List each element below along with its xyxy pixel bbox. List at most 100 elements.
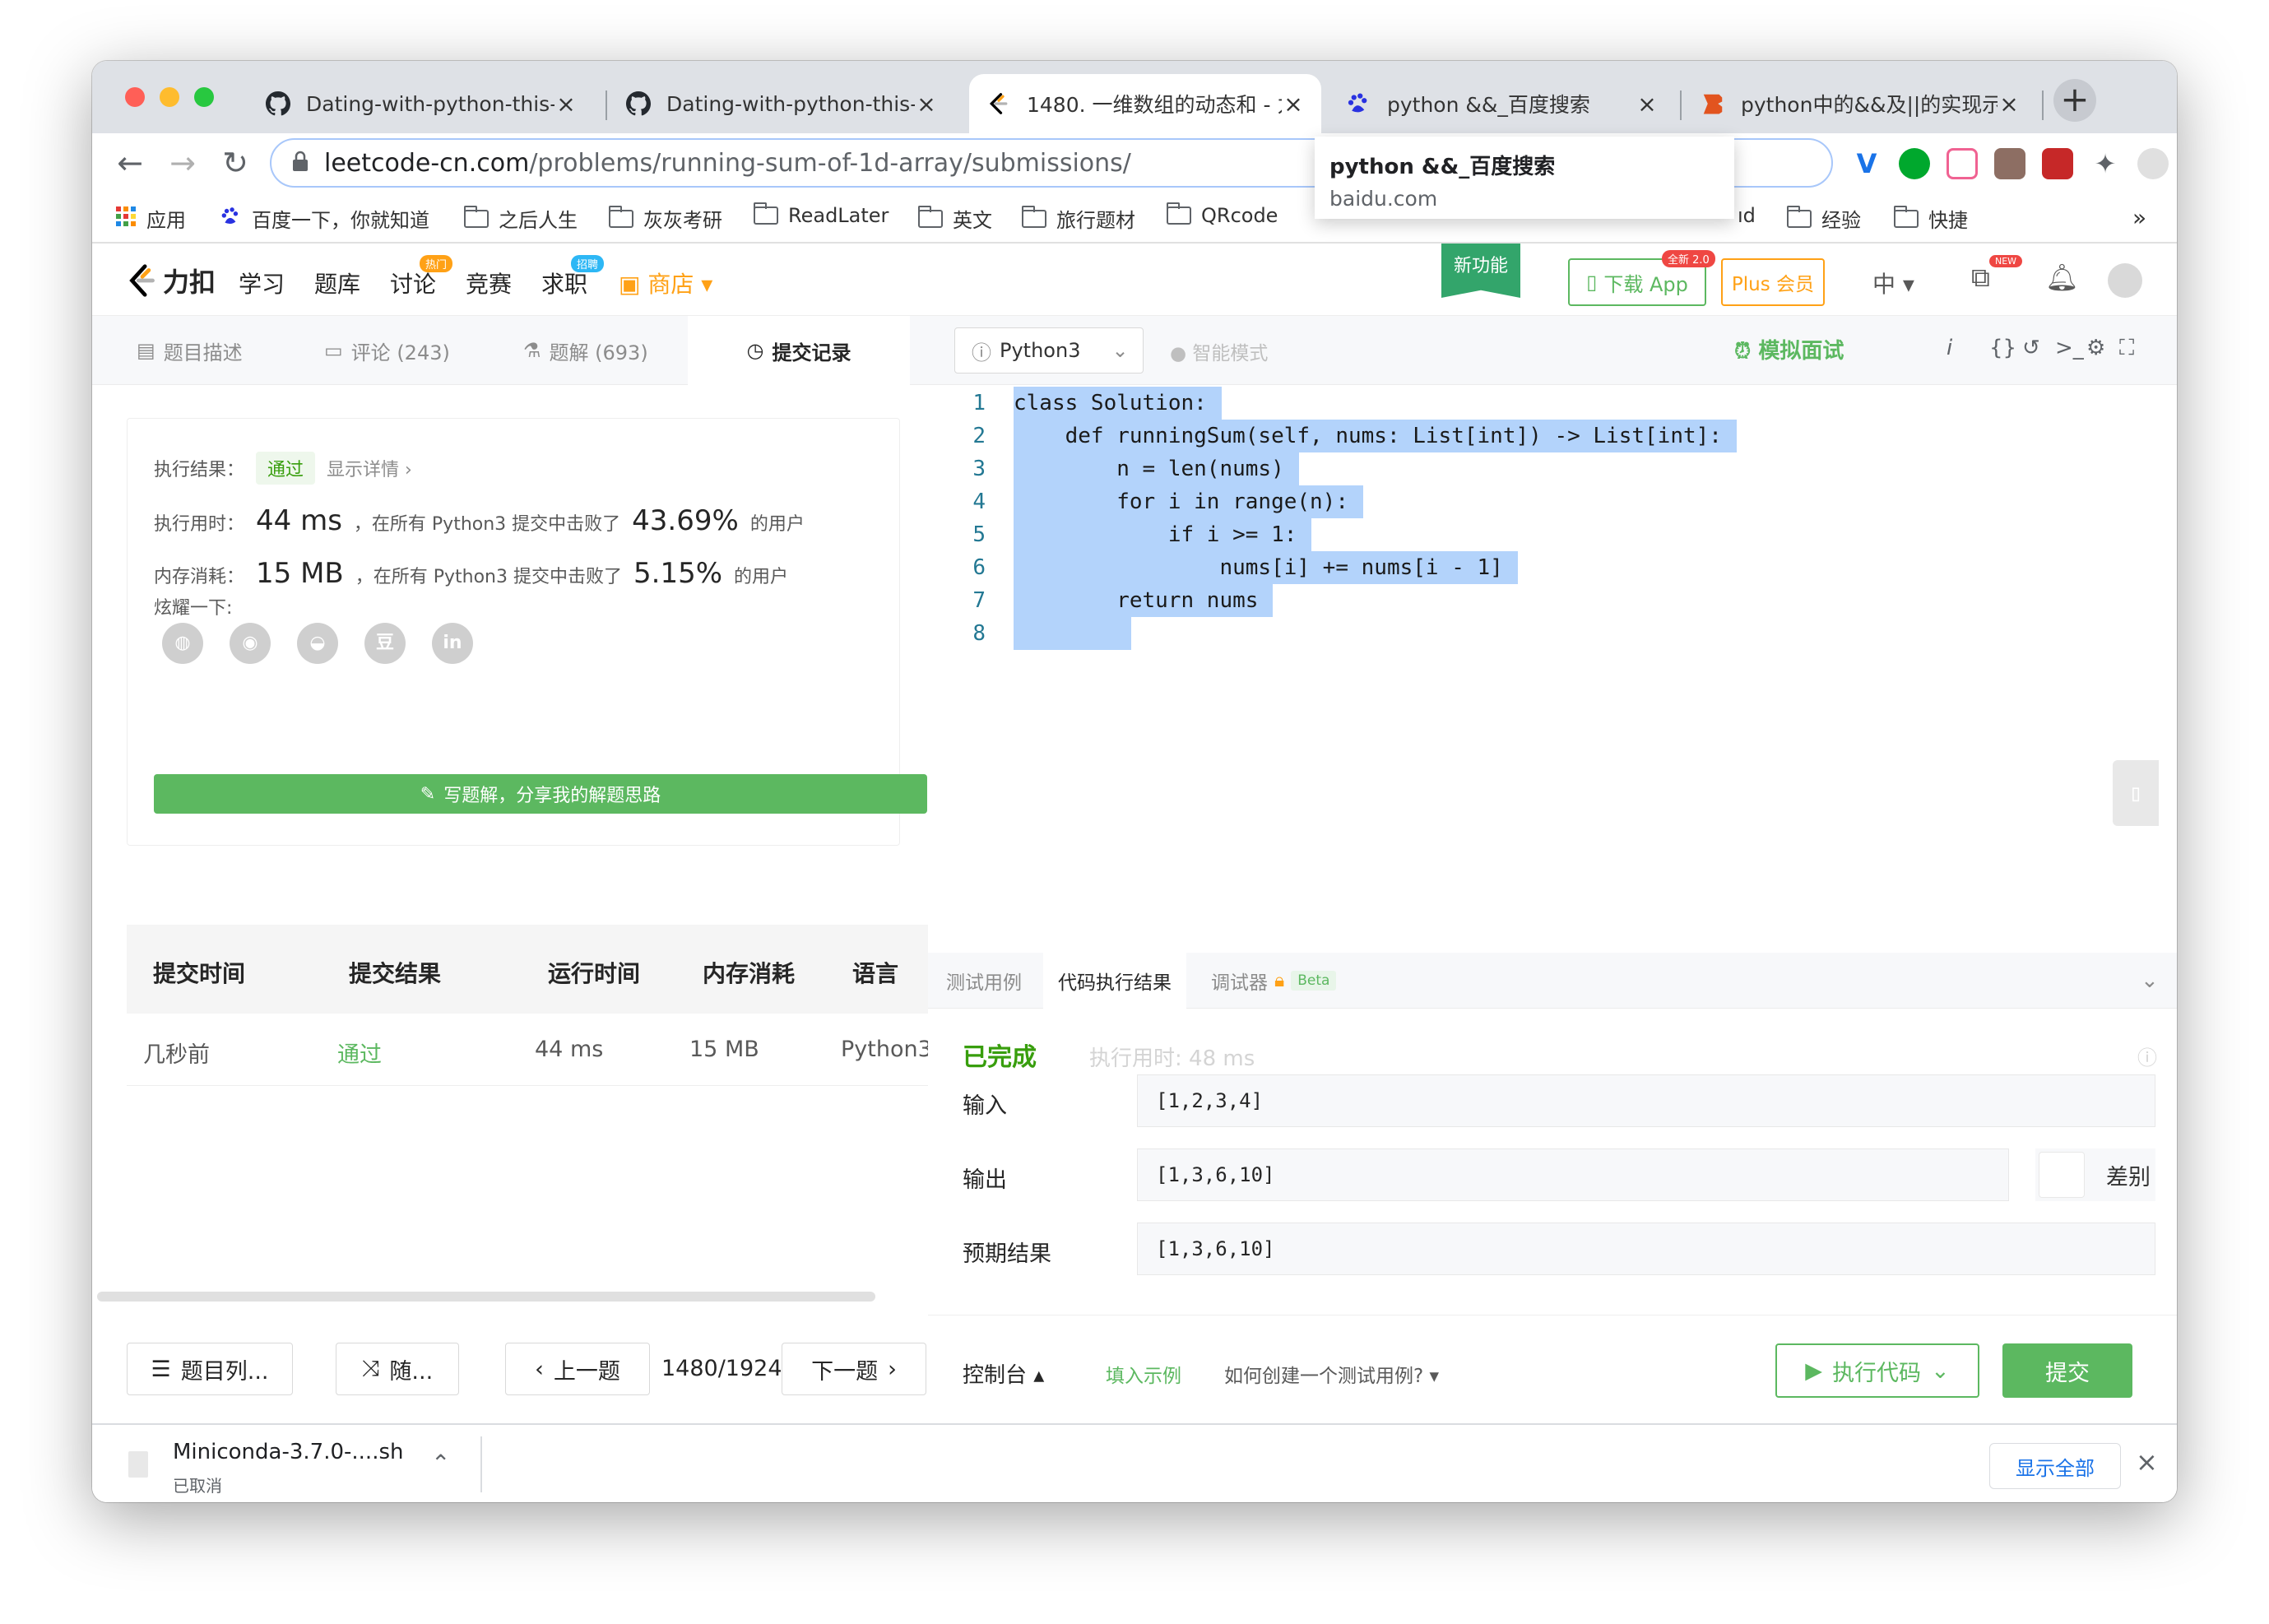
problem-list-button[interactable]: ☰ 题目列...	[127, 1343, 293, 1395]
bookmark-folder[interactable]: 旅行题材	[1022, 204, 1135, 233]
braces-icon[interactable]: {}	[1989, 336, 2016, 360]
browser-tab[interactable]: Dating-with-python-this-w ×	[609, 74, 954, 133]
fill-example-link[interactable]: 填入示例	[1106, 1360, 1181, 1388]
show-all-downloads-button[interactable]: 显示全部	[1989, 1443, 2121, 1489]
new-feature-ribbon[interactable]: 新功能	[1441, 244, 1520, 298]
linkedin-icon[interactable]: in	[432, 623, 473, 664]
browser-tab[interactable]: Dating-with-python-this-w ×	[248, 74, 594, 133]
close-tab-icon[interactable]: ×	[554, 90, 578, 118]
leetcode-logo[interactable]: 力扣	[127, 262, 216, 299]
how-to-label: 如何创建一个测试用例?	[1224, 1366, 1424, 1387]
evernote-icon[interactable]	[1899, 148, 1930, 179]
language-switch[interactable]: 中 ▾	[1872, 267, 1914, 299]
prev-problem-button[interactable]: ‹ 上一题	[505, 1343, 650, 1395]
browser-tab[interactable]: python中的&&及||的实现示例 ×	[1683, 74, 2037, 133]
leetcode-navbar: 力扣 学习 题库 讨论 热门 竞赛 求职 招聘 ▣ 商店 ▾ 新功能 ▯ 下载 A…	[92, 244, 2177, 316]
ublock-icon[interactable]	[2042, 148, 2073, 179]
bookmark-folder[interactable]: 之后人生	[464, 204, 578, 233]
close-tab-icon[interactable]: ×	[1282, 90, 1305, 118]
close-tab-icon[interactable]: ×	[1636, 90, 1659, 118]
bookmark-folder[interactable]: ReadLater	[754, 202, 889, 227]
avatar[interactable]	[2108, 263, 2142, 298]
download-filename[interactable]: Miniconda-3.7.0-....sh	[173, 1440, 403, 1464]
language-select[interactable]: ⓘ Python3 ⌄	[954, 327, 1144, 374]
avatar-extension-icon[interactable]	[1994, 148, 2025, 179]
bookmark-apps[interactable]: 应用	[115, 204, 186, 233]
reload-button[interactable]: ↻	[214, 142, 257, 184]
bookmark-folder[interactable]: 经验	[1787, 204, 1861, 233]
plus-member-button[interactable]: Plus 会员	[1721, 258, 1825, 306]
bilibili-icon[interactable]	[1947, 148, 1978, 179]
reset-icon[interactable]: ↺	[2022, 336, 2040, 360]
smart-mode-toggle[interactable]: ● 智能模式	[1170, 337, 1268, 365]
weibo-icon[interactable]: ◉	[230, 623, 271, 664]
bookmark-label: 快捷	[1928, 209, 1968, 232]
douban-icon[interactable]: 豆	[364, 623, 406, 664]
bookmark-folder[interactable]: 灰灰考研	[609, 204, 722, 233]
vue-devtools-icon[interactable]: V	[1851, 148, 1882, 179]
mock-interview-button[interactable]: ⏰︎ 模拟面试	[1734, 334, 1844, 364]
puzzle-icon[interactable]: ✦	[2090, 148, 2121, 179]
zoom-window-button[interactable]	[194, 87, 214, 107]
settings-icon[interactable]: ⚙	[2086, 336, 2105, 360]
new-tab-button[interactable]: +	[2053, 79, 2096, 122]
random-problem-button[interactable]: ⤨ 随...	[336, 1343, 459, 1395]
close-window-button[interactable]	[125, 87, 145, 107]
bookmark-baidu[interactable]: 百度一下，你就知道	[220, 204, 429, 233]
close-tab-icon[interactable]: ×	[915, 90, 938, 118]
run-code-button[interactable]: ▶ 执行代码 ⌄	[1775, 1343, 1979, 1398]
download-status: 已取消	[173, 1476, 222, 1496]
console-toggle[interactable]: 控制台 ▴	[963, 1358, 1044, 1389]
collapse-chevron-icon[interactable]: ⌄	[2141, 953, 2159, 1009]
minimize-window-button[interactable]	[160, 87, 179, 107]
tab-testcase[interactable]: 测试用例	[946, 953, 1022, 1009]
nav-problems[interactable]: 题库	[314, 267, 360, 299]
diff-toggle[interactable]: 差别	[2035, 1148, 2155, 1201]
bookmark-folder[interactable]: QRcode	[1167, 202, 1278, 227]
terminal-icon[interactable]: >_	[2055, 336, 2084, 360]
column-header: 提交结果	[349, 960, 442, 987]
show-details-link[interactable]: 显示详情 ›	[327, 455, 412, 481]
next-problem-button[interactable]: 下一题 ›	[782, 1343, 926, 1395]
wechat-icon[interactable]: ◍	[162, 623, 203, 664]
nav-contest[interactable]: 竞赛	[466, 267, 512, 299]
chevron-up-icon[interactable]: ⌃	[431, 1450, 450, 1477]
bookmark-folder[interactable]: 英文	[918, 204, 992, 233]
forward-button[interactable]: →	[161, 142, 204, 184]
info-italic-icon[interactable]: i	[1947, 336, 1952, 360]
write-solution-button[interactable]: ✎ 写题解，分享我的解题思路	[154, 774, 927, 814]
how-to-testcase-link[interactable]: 如何创建一个测试用例? ▾	[1224, 1360, 1439, 1388]
tab-debugger[interactable]: 调试器 🔒︎ Beta	[1211, 953, 1337, 1009]
diff-checkbox[interactable]	[2039, 1152, 2085, 1198]
omnibox-suggestion[interactable]: python &&_百度搜索 baidu.com	[1315, 137, 1734, 219]
fullscreen-icon[interactable]: ⛶	[2119, 336, 2134, 361]
browser-tab-active[interactable]: 1480. 一维数组的动态和 - 力 ×	[969, 74, 1321, 133]
bookmark-folder[interactable]: 快捷	[1894, 204, 1968, 233]
bookmark-folder[interactable]: ıd	[1738, 204, 1756, 227]
profile-icon[interactable]	[2137, 148, 2169, 179]
tab-solutions[interactable]: ⚗ 题解 (693)	[523, 316, 648, 385]
notes-icon[interactable]: ▯	[2113, 760, 2159, 826]
code-editor[interactable]: 1 class Solution: 2 def runningSum(self, …	[928, 385, 2177, 953]
expected-value: [1,3,6,10]	[1137, 1223, 2155, 1275]
tab-comments[interactable]: ▭ 评论 (243)	[324, 316, 450, 385]
tab-description[interactable]: ▤ 题目描述	[137, 316, 243, 385]
tab-run-result[interactable]: 代码执行结果	[1043, 953, 1186, 1009]
code-playground-icon[interactable]: ⧉	[1971, 262, 1990, 294]
nav-store[interactable]: ▣ 商店 ▾	[619, 267, 712, 299]
bookmarks-overflow-button[interactable]: »	[2132, 204, 2146, 231]
cell-result[interactable]: 通过	[337, 1037, 382, 1069]
close-download-bar-icon[interactable]: ×	[2136, 1446, 2158, 1478]
table-row[interactable]: 几秒前 通过 44 ms 15 MB Python3	[127, 1014, 928, 1086]
back-button[interactable]: ←	[109, 142, 151, 184]
tab-submissions[interactable]: ◷ 提交记录	[688, 316, 910, 385]
submit-button[interactable]: 提交	[2002, 1343, 2132, 1398]
browser-tab[interactable]: python &&_百度搜索 ×	[1329, 74, 1675, 133]
horizontal-scrollbar[interactable]	[97, 1292, 875, 1302]
nav-learn[interactable]: 学习	[239, 267, 285, 299]
bell-icon[interactable]: 🔔︎	[2045, 262, 2079, 293]
output-label: 输出	[963, 1167, 1007, 1193]
close-tab-icon[interactable]: ×	[1998, 90, 2021, 118]
qq-icon[interactable]: ◒	[297, 623, 338, 664]
help-icon[interactable]: ⓘ	[2137, 1042, 2157, 1070]
